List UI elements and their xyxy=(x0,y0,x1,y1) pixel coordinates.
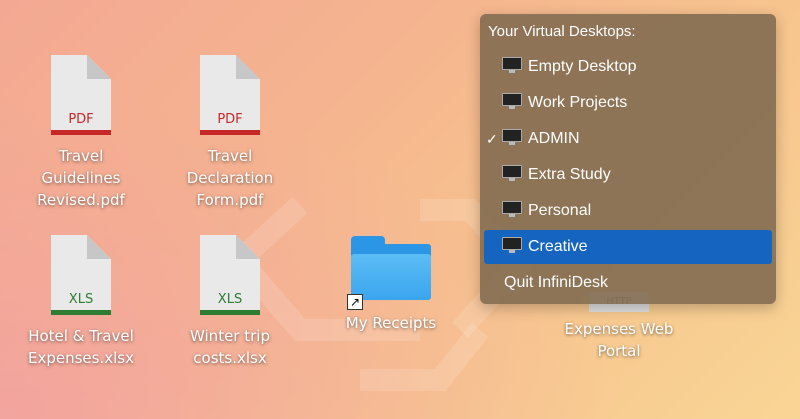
shortcut-label: Expenses Web Portal xyxy=(564,320,674,360)
menu-title: Your Virtual Desktops: xyxy=(488,23,636,40)
menu-item-label: Empty Desktop xyxy=(528,58,637,75)
file-travel-declaration-form-pdf[interactable]: PDF Travel Declaration Form.pdf xyxy=(170,55,290,211)
folder-my-receipts[interactable]: ↗ My Receipts xyxy=(331,236,451,334)
xls-file-icon: XLS xyxy=(200,235,260,315)
menu-item-empty-desktop[interactable]: Empty Desktop xyxy=(484,50,772,84)
monitor-icon xyxy=(502,165,522,182)
menu-item-label: Creative xyxy=(528,238,588,255)
monitor-icon xyxy=(502,57,522,74)
menu-item-work-projects[interactable]: Work Projects xyxy=(484,86,772,120)
file-hotel-travel-expenses-xlsx[interactable]: XLS Hotel & Travel Expenses.xlsx xyxy=(21,235,141,369)
folder-icon: ↗ xyxy=(347,236,431,310)
quit-infinidesk-button[interactable]: Quit InfiniDesk xyxy=(480,266,776,300)
menu-item-personal[interactable]: Personal xyxy=(484,194,772,228)
shortcut-arrow-icon: ↗ xyxy=(347,294,363,310)
monitor-icon xyxy=(502,201,522,218)
xls-file-icon: XLS xyxy=(51,235,111,315)
monitor-icon xyxy=(502,237,522,254)
pdf-file-icon: PDF xyxy=(200,55,260,135)
menu-item-label: Work Projects xyxy=(528,94,628,111)
virtual-desktops-menu: Your Virtual Desktops: Empty Desktop Wor… xyxy=(480,14,776,304)
pdf-file-icon: PDF xyxy=(51,55,111,135)
menu-item-label: Extra Study xyxy=(528,166,611,183)
file-label: Travel Declaration Form.pdf xyxy=(186,147,274,209)
file-travel-guidelines-revised-pdf[interactable]: PDF Travel Guidelines Revised.pdf xyxy=(21,55,141,211)
menu-item-label: ADMIN xyxy=(528,130,580,147)
file-winter-trip-costs-xlsx[interactable]: XLS Winter trip costs.xlsx xyxy=(170,235,290,369)
menu-item-extra-study[interactable]: Extra Study xyxy=(484,158,772,192)
menu-item-admin[interactable]: ✓ ADMIN xyxy=(484,122,772,156)
monitor-icon xyxy=(502,93,522,110)
file-label: Winter trip costs.xlsx xyxy=(190,327,270,367)
menu-item-label: Personal xyxy=(528,202,592,219)
file-label: Travel Guidelines Revised.pdf xyxy=(37,147,125,209)
folder-label: My Receipts xyxy=(345,314,437,332)
menu-item-creative[interactable]: Creative xyxy=(484,230,772,264)
monitor-icon xyxy=(502,129,522,146)
checkmark-icon: ✓ xyxy=(486,131,498,147)
file-label: Hotel & Travel Expenses.xlsx xyxy=(28,327,134,367)
